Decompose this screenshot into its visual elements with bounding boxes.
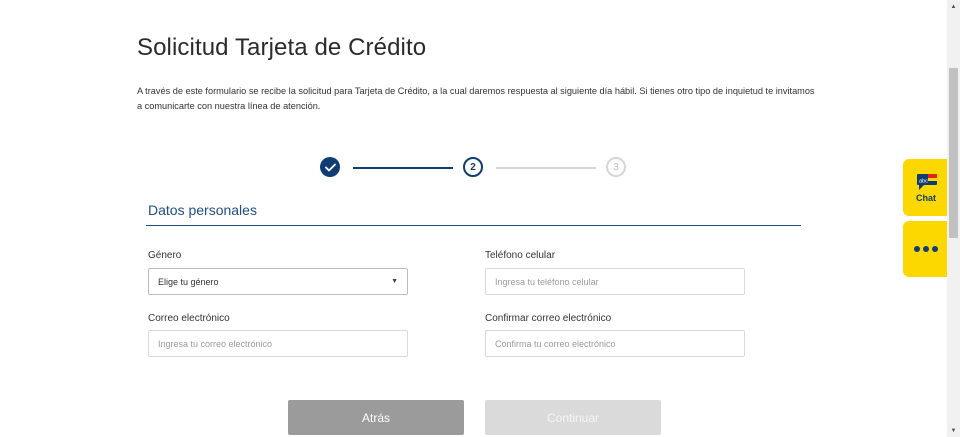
page-title: Solicitud Tarjeta de Crédito bbox=[137, 34, 427, 61]
confirm-email-input[interactable] bbox=[485, 330, 745, 357]
scroll-thumb[interactable] bbox=[949, 68, 958, 238]
confirm-email-label: Confirmar correo electrónico bbox=[485, 313, 612, 324]
chat-bubble-icon: abc bbox=[917, 174, 937, 190]
continue-button[interactable]: Continuar bbox=[485, 400, 661, 435]
scroll-down-arrow-icon[interactable]: ▼ bbox=[947, 424, 960, 437]
phone-input[interactable] bbox=[485, 268, 745, 295]
gender-label: Género bbox=[148, 250, 182, 261]
section-divider bbox=[146, 225, 801, 226]
back-button[interactable]: Atrás bbox=[288, 400, 464, 435]
page-scrollbar[interactable]: ▲ ▼ bbox=[947, 0, 960, 437]
phone-label: Teléfono celular bbox=[485, 250, 556, 261]
more-dot bbox=[923, 246, 929, 252]
check-icon bbox=[324, 163, 336, 171]
step-3-pending: 3 bbox=[606, 157, 626, 177]
more-dots-icon bbox=[914, 246, 920, 252]
stepper-line-2 bbox=[496, 167, 596, 169]
scroll-up-arrow-icon[interactable]: ▲ bbox=[947, 0, 960, 13]
chat-label: Chat bbox=[916, 193, 936, 203]
step-1-completed bbox=[320, 157, 340, 177]
intro-text: A través de este formulario se recibe la… bbox=[137, 86, 815, 111]
more-options-button[interactable] bbox=[903, 221, 949, 277]
email-label: Correo electrónico bbox=[148, 313, 230, 324]
step-2-current: 2 bbox=[463, 157, 483, 177]
chat-button[interactable]: abc Chat bbox=[903, 159, 949, 216]
more-dot bbox=[932, 246, 938, 252]
chat-badge-text: abc bbox=[919, 179, 928, 185]
email-input[interactable] bbox=[148, 330, 408, 357]
gender-select-value: Elige tu género bbox=[158, 276, 219, 287]
stepper-line-1 bbox=[353, 167, 453, 169]
section-title: Datos personales bbox=[148, 202, 257, 218]
caret-down-icon: ▼ bbox=[391, 278, 398, 285]
gender-select[interactable]: Elige tu género ▼ bbox=[148, 268, 408, 295]
